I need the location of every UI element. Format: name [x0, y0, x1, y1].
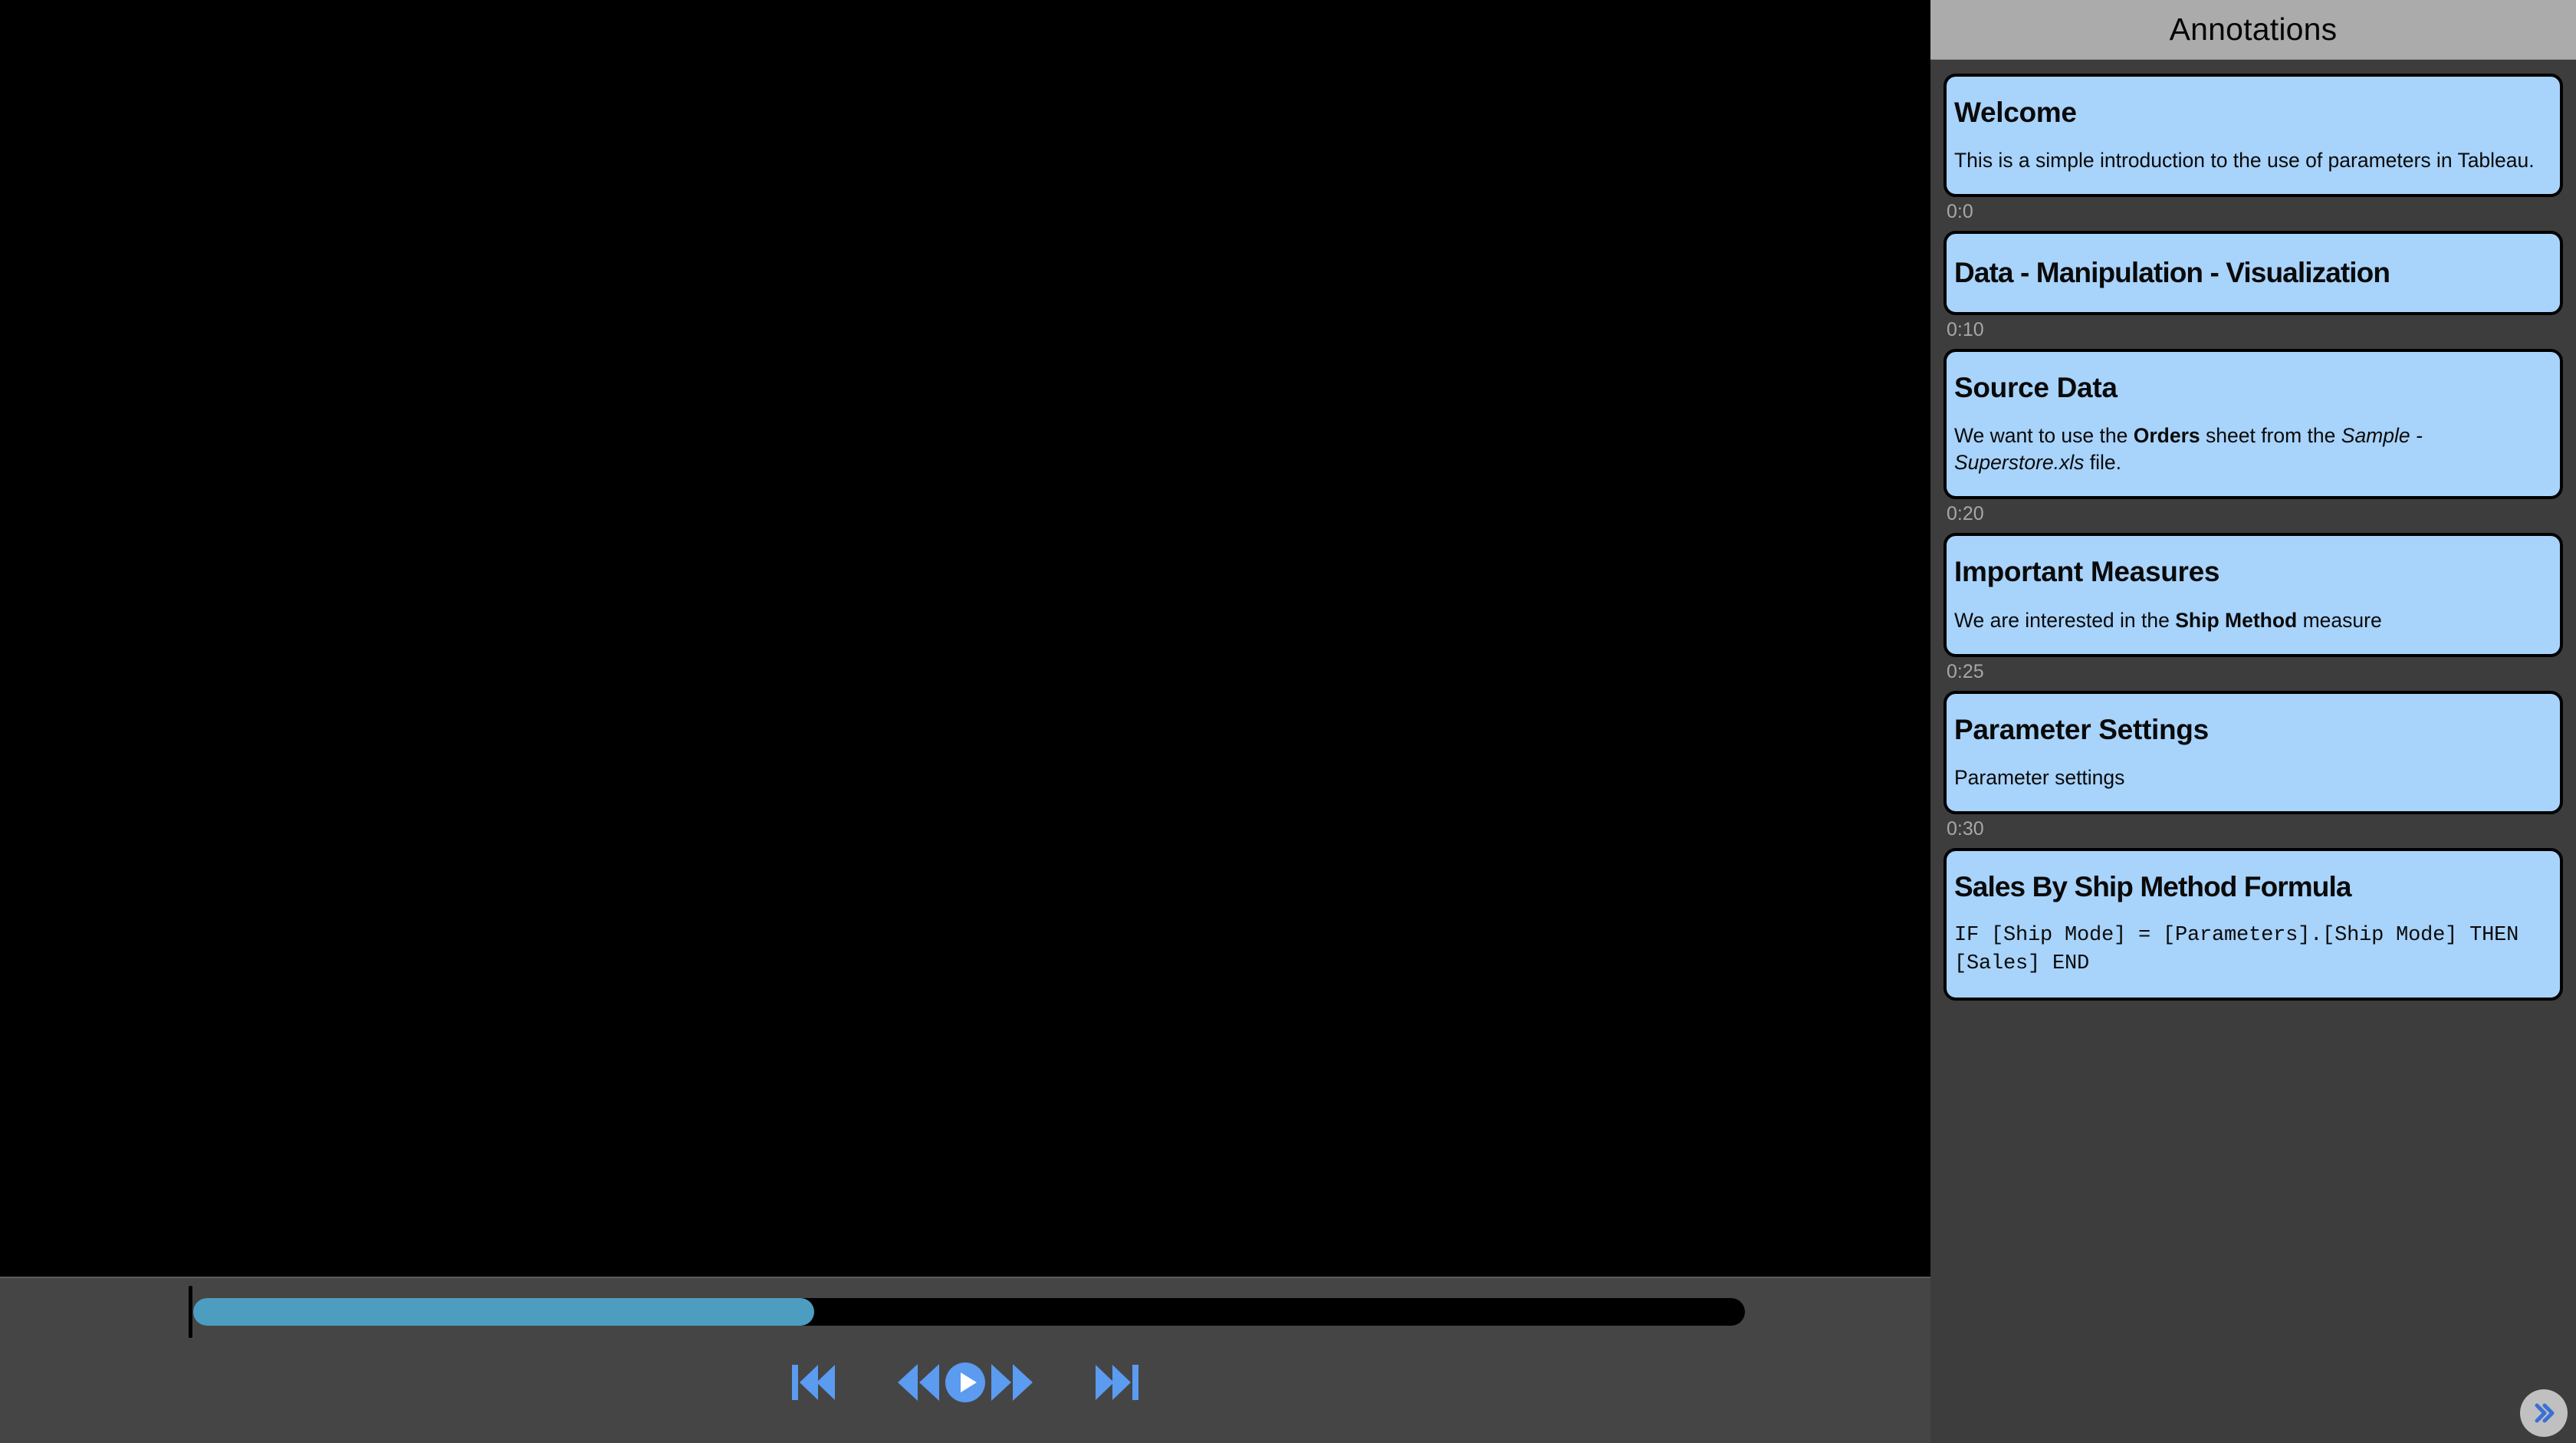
skip-forward-icon — [1092, 1362, 1142, 1403]
annotation-card-body: This is a simple introduction to the use… — [1954, 149, 2535, 173]
annotation-timestamp: 0:0 — [1947, 201, 1973, 223]
annotation-card[interactable]: Important Measures We are interested in t… — [1944, 533, 2563, 657]
annotation-card-body: Parameter settings — [1954, 766, 2125, 790]
seek-start-marker — [189, 1286, 192, 1338]
annotations-panel: Annotations Welcome This is a simple intr… — [1930, 0, 2576, 1443]
app-root: Annotations Welcome This is a simple intr… — [0, 0, 2576, 1443]
annotation-card-body: We want to use the Orders sheet from the… — [1954, 424, 2423, 475]
fast-forward-button[interactable] — [988, 1362, 1036, 1403]
annotation-card-title: Data - Manipulation - Visualization — [1954, 257, 2390, 289]
annotation-card[interactable]: Sales By Ship Method Formula IF [Ship Mod… — [1944, 848, 2563, 1001]
play-circle-icon — [942, 1359, 988, 1405]
annotation-card-body: We are interested in the Ship Method mea… — [1954, 608, 2382, 632]
annotation-card-title: Sales By Ship Method Formula — [1954, 871, 2351, 903]
seek-progress-fill — [193, 1298, 814, 1326]
annotation-card-body: IF [Ship Mode] = [Parameters].[Ship Mode… — [1954, 924, 2519, 975]
rewind-button[interactable] — [895, 1362, 942, 1403]
annotation-item: Parameter Settings Parameter settings 0:30 — [1944, 690, 2563, 840]
annotation-timestamp: 0:20 — [1947, 503, 1984, 525]
annotation-card[interactable]: Data - Manipulation - Visualization — [1944, 231, 2563, 315]
playback-cluster — [895, 1359, 1036, 1405]
player-controls-bar — [0, 1277, 1930, 1443]
skip-backward-icon — [789, 1362, 838, 1403]
annotation-item: Data - Manipulation - Visualization 0:10 — [1944, 231, 2563, 340]
annotations-header: Annotations — [1930, 0, 2576, 60]
annotations-list[interactable]: Welcome This is a simple introduction to … — [1930, 60, 2576, 1443]
annotation-timestamp: 0:30 — [1947, 818, 1984, 840]
fast-forward-icon — [988, 1362, 1036, 1403]
annotation-card[interactable]: Parameter Settings Parameter settings — [1944, 690, 2563, 815]
seek-bar-row — [0, 1278, 1930, 1344]
annotation-card-title: Source Data — [1954, 371, 2118, 403]
annotations-title: Annotations — [2169, 12, 2338, 47]
rewind-icon — [895, 1362, 942, 1403]
skip-to-end-button[interactable] — [1092, 1362, 1142, 1403]
annotation-timestamp: 0:10 — [1947, 318, 1984, 340]
next-annotation-button[interactable] — [2520, 1389, 2568, 1437]
video-stage[interactable] — [0, 0, 1930, 1277]
skip-to-start-button[interactable] — [789, 1362, 838, 1403]
video-player-column — [0, 0, 1930, 1443]
annotation-item: Sales By Ship Method Formula IF [Ship Mod… — [1944, 848, 2563, 1001]
annotation-item: Important Measures We are interested in t… — [1944, 533, 2563, 682]
annotation-card-title: Important Measures — [1954, 556, 2220, 588]
double-chevron-right-icon — [2531, 1400, 2557, 1426]
annotation-card[interactable]: Source Data We want to use the Orders she… — [1944, 348, 2563, 500]
annotation-item: Source Data We want to use the Orders she… — [1944, 348, 2563, 525]
annotation-card[interactable]: Welcome This is a simple introduction to … — [1944, 74, 2563, 198]
annotation-item: Welcome This is a simple introduction to … — [1944, 74, 2563, 223]
play-button[interactable] — [942, 1359, 988, 1405]
annotation-timestamp: 0:25 — [1947, 660, 1984, 682]
transport-controls — [0, 1344, 1930, 1421]
annotation-card-title: Welcome — [1954, 97, 2077, 128]
annotation-card-title: Parameter Settings — [1954, 713, 2209, 745]
seek-bar[interactable] — [189, 1286, 1745, 1338]
